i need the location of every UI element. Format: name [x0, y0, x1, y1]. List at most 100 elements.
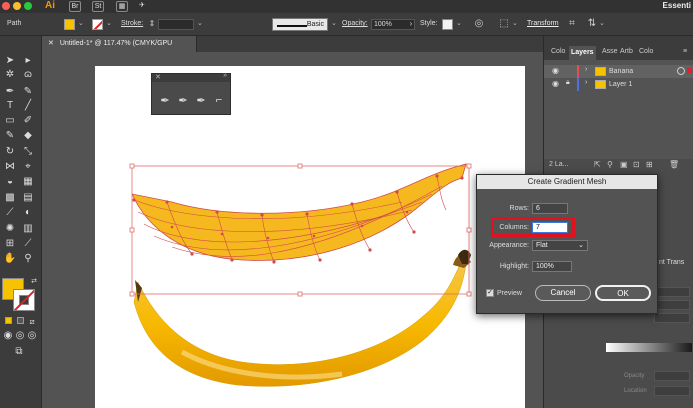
- anchor-point-icon[interactable]: ⌐: [212, 94, 226, 108]
- opacity-label[interactable]: Opacity:: [342, 20, 368, 27]
- none-mode-icon[interactable]: ⧄: [25, 316, 39, 328]
- width-tool-icon[interactable]: ⋈: [3, 161, 17, 173]
- bridge-button[interactable]: Br: [69, 1, 81, 12]
- tab-color-guide[interactable]: Colo: [639, 48, 653, 55]
- banana-photo[interactable]: [133, 249, 471, 387]
- graphic-style-swatch[interactable]: [442, 19, 453, 30]
- panel-header[interactable]: ✕ »: [152, 72, 230, 82]
- layer-name[interactable]: Banana: [609, 68, 633, 75]
- zoom-tool-icon[interactable]: ⚲: [21, 253, 35, 265]
- direct-selection-tool-icon[interactable]: ▸: [21, 55, 35, 67]
- tab-assets[interactable]: Asse: [602, 48, 618, 55]
- chevron-right-icon[interactable]: ›: [405, 18, 417, 30]
- shaper-tool-icon[interactable]: ✎: [3, 130, 17, 142]
- selection-tool-icon[interactable]: ➤: [3, 55, 17, 67]
- preview-label[interactable]: Preview: [497, 290, 522, 297]
- stock-button[interactable]: St: [92, 1, 104, 12]
- rectangle-tool-icon[interactable]: ▭: [3, 115, 17, 127]
- arrange-documents-button[interactable]: ▦: [116, 1, 128, 12]
- export-icon[interactable]: ⇱: [594, 160, 601, 169]
- chevron-down-icon[interactable]: ⌄: [106, 19, 112, 27]
- chevron-down-icon[interactable]: ⌄: [331, 19, 337, 27]
- delete-anchor-icon[interactable]: ✒: [194, 94, 208, 108]
- draw-inside-icon[interactable]: ◎: [25, 330, 39, 342]
- layer-name[interactable]: Layer 1: [609, 81, 632, 88]
- artwork-layer[interactable]: [42, 52, 543, 408]
- visibility-eye-icon[interactable]: ◉: [552, 66, 559, 75]
- stroke-color-swatch[interactable]: [92, 19, 103, 30]
- magic-wand-tool-icon[interactable]: ✲: [3, 69, 17, 81]
- shape-builder-tool-icon[interactable]: ◒: [3, 176, 17, 188]
- stroke-label[interactable]: Stroke:: [121, 20, 143, 27]
- delete-icon[interactable]: 🗑︎: [669, 160, 679, 169]
- dialog-title[interactable]: Create Gradient Mesh: [477, 175, 657, 189]
- new-sublayer-icon[interactable]: ⊡: [633, 160, 640, 169]
- chevron-down-icon[interactable]: ⌄: [512, 19, 518, 27]
- tab-artboards[interactable]: Artb: [620, 48, 633, 55]
- target-circle-icon[interactable]: [677, 67, 685, 75]
- free-transform-tool-icon[interactable]: ⌖: [21, 161, 35, 173]
- line-tool-icon[interactable]: ╱: [21, 100, 35, 112]
- mesh-tool-icon[interactable]: ▩: [3, 192, 17, 204]
- pen-tool-icon[interactable]: ✒: [3, 86, 17, 98]
- ok-button[interactable]: OK: [595, 285, 651, 301]
- chevron-right-icon[interactable]: ›: [585, 66, 587, 73]
- symbol-sprayer-tool-icon[interactable]: ✺: [3, 223, 17, 235]
- pen-icon[interactable]: ✒: [158, 94, 172, 108]
- recolor-artwork-icon[interactable]: ◎: [473, 18, 485, 30]
- clipping-mask-icon[interactable]: ▣: [620, 160, 628, 169]
- chevron-down-icon[interactable]: ⌄: [78, 19, 84, 27]
- pen-tools-panel[interactable]: ✕ » ✒ ✒ ✒ ⌐: [151, 72, 231, 115]
- fill-color-swatch[interactable]: [64, 19, 75, 30]
- gradient-slider[interactable]: [606, 343, 692, 352]
- close-icon[interactable]: ✕: [155, 73, 161, 81]
- perspective-grid-tool-icon[interactable]: ▦: [21, 176, 35, 188]
- hand-tool-icon[interactable]: ✋: [3, 253, 17, 265]
- blend-tool-icon[interactable]: ◐: [21, 207, 35, 219]
- layer-row-layer-1[interactable]: ◉ 🔒︎ › Layer 1: [544, 78, 693, 91]
- canvas[interactable]: [42, 52, 543, 408]
- tab-layers[interactable]: Layers: [569, 46, 596, 60]
- gradient-tool-icon[interactable]: ▤: [21, 192, 35, 204]
- gpu-performance-button[interactable]: ✈: [136, 1, 148, 12]
- eyedropper-tool-icon[interactable]: ⟋: [3, 207, 17, 219]
- arrange-icon[interactable]: ⇅: [586, 18, 598, 30]
- locate-object-icon[interactable]: ⚲: [607, 160, 613, 169]
- curvature-tool-icon[interactable]: ✎: [21, 86, 35, 98]
- isolate-object-icon[interactable]: ⌗: [566, 18, 578, 30]
- new-layer-icon[interactable]: ⊞: [646, 160, 653, 169]
- lock-icon[interactable]: 🔒︎: [566, 79, 570, 87]
- tab-color[interactable]: Colo: [551, 48, 565, 55]
- add-anchor-icon[interactable]: ✒: [176, 94, 190, 108]
- close-tab-icon[interactable]: ✕: [48, 40, 54, 47]
- chevron-right-icon[interactable]: ›: [585, 79, 587, 86]
- visibility-eye-icon[interactable]: ◉: [552, 79, 559, 88]
- stroke-color-box[interactable]: [13, 289, 35, 311]
- screen-mode-icon[interactable]: ⧉: [12, 346, 26, 358]
- appearance-select[interactable]: Flat ⌄: [532, 240, 588, 251]
- collapse-icon[interactable]: »: [223, 72, 227, 79]
- columns-input[interactable]: 7: [532, 222, 568, 233]
- eraser-tool-icon[interactable]: ◆: [21, 130, 35, 142]
- opacity-field[interactable]: [654, 371, 690, 381]
- rows-input[interactable]: 6: [532, 203, 568, 214]
- panel-field[interactable]: [654, 300, 690, 310]
- document-tab[interactable]: ✕ Untitled-1* @ 117.47% (CMYK/GPU Previe…: [42, 36, 197, 63]
- align-to-selection-icon[interactable]: ⬚: [498, 18, 510, 30]
- minimize-window-button[interactable]: [13, 2, 21, 10]
- panel-field[interactable]: [654, 287, 690, 297]
- type-tool-icon[interactable]: T: [3, 100, 17, 112]
- rotate-tool-icon[interactable]: ↻: [3, 146, 17, 158]
- artboard-tool-icon[interactable]: ⊞: [3, 238, 17, 250]
- layer-row-banana[interactable]: ◉ › Banana: [544, 65, 693, 78]
- panel-field[interactable]: [654, 313, 690, 323]
- panel-menu-icon[interactable]: ≡: [683, 48, 687, 55]
- slice-tool-icon[interactable]: ⟋: [21, 238, 35, 250]
- selection-indicator[interactable]: [687, 68, 692, 73]
- preview-checkbox[interactable]: ✓: [486, 289, 494, 297]
- zoom-window-button[interactable]: [24, 2, 32, 10]
- chevron-down-icon[interactable]: ⌄: [599, 19, 605, 27]
- variable-width-profile[interactable]: [222, 19, 262, 30]
- chevron-down-icon[interactable]: ⌄: [456, 19, 462, 27]
- close-window-button[interactable]: [2, 2, 10, 10]
